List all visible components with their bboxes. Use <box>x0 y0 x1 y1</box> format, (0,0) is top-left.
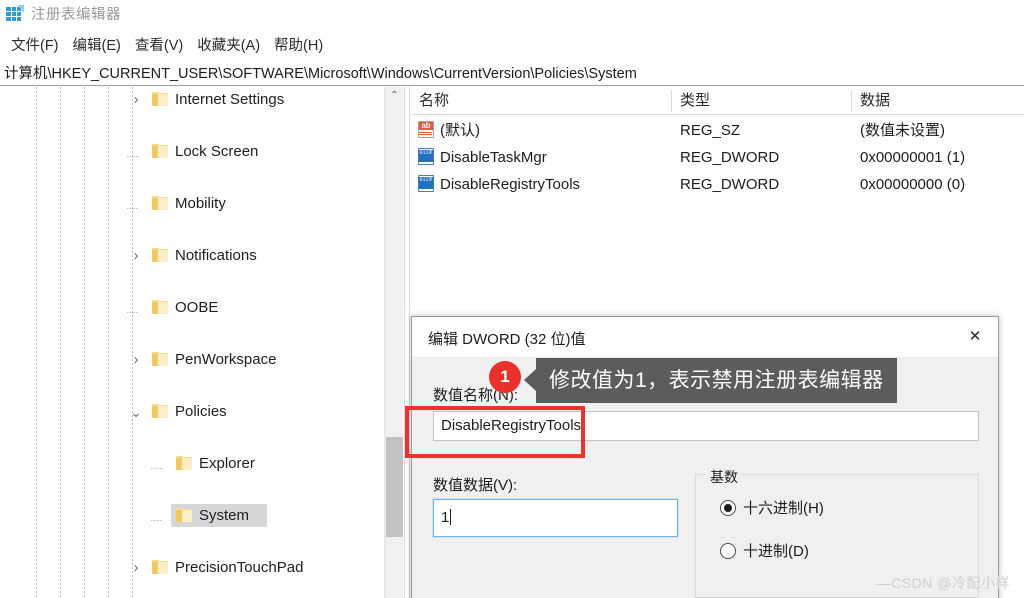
cell-type: REG_DWORD <box>680 149 780 166</box>
tree-scrollbar[interactable]: ⌃ <box>384 87 403 598</box>
menu-item-2[interactable]: 查看(V) <box>130 32 192 57</box>
registry-editor-icon <box>6 4 24 22</box>
radio-decimal[interactable]: 十进制(D) <box>720 540 809 561</box>
address-path: 计算机\HKEY_CURRENT_USER\SOFTWARE\Microsoft… <box>4 65 637 82</box>
tree-item-9[interactable]: › PrecisionTouchPad <box>0 555 384 581</box>
dword-value-icon <box>417 175 436 193</box>
main-content: › Internet Settings Lock Screen Mobility › No… <box>0 87 1024 598</box>
folder-icon <box>176 456 193 471</box>
base-group-label: 基数 <box>706 467 742 487</box>
tree-connector <box>151 520 163 521</box>
registry-tree-pane: › Internet Settings Lock Screen Mobility › No… <box>0 87 404 598</box>
chevron-right-icon[interactable]: › <box>129 560 143 575</box>
tree-item-3[interactable]: › Notifications <box>0 243 384 269</box>
list-header: 名称 类型 数据 <box>411 87 1024 115</box>
tree-item-label: PenWorkspace <box>175 351 277 368</box>
radio-decimal-label: 十进制(D) <box>743 543 809 560</box>
tree-item-1[interactable]: Lock Screen <box>0 139 384 165</box>
menu-bar: 文件(F) 编辑(E) 查看(V) 收藏夹(A) 帮助(H) <box>0 31 1024 58</box>
cell-type: REG_DWORD <box>680 176 780 193</box>
chevron-right-icon[interactable]: › <box>129 92 143 107</box>
radio-hexadecimal-label: 十六进制(H) <box>743 500 824 517</box>
folder-icon <box>152 404 169 419</box>
address-bar[interactable]: 计算机\HKEY_CURRENT_USER\SOFTWARE\Microsoft… <box>0 59 1024 86</box>
pane-splitter[interactable] <box>404 87 410 598</box>
tree-connector <box>151 468 163 469</box>
close-icon[interactable]: ✕ <box>952 317 998 357</box>
chevron-right-icon[interactable]: › <box>129 352 143 367</box>
string-value-icon: ab <box>417 121 436 139</box>
text-caret <box>450 509 452 525</box>
tree-item-label: Explorer <box>199 455 255 472</box>
table-row[interactable]: DisableRegistryTools REG_DWORD 0x00000000 … <box>411 171 1024 198</box>
tree-item-label: Internet Settings <box>175 91 285 108</box>
folder-icon <box>152 300 169 315</box>
folder-icon <box>152 248 169 263</box>
folder-icon <box>152 196 169 211</box>
menu-item-3[interactable]: 收藏夹(A) <box>192 32 269 57</box>
table-row[interactable]: ab (默认) REG_SZ (数值未设置) <box>411 117 1024 144</box>
folder-icon <box>152 560 169 575</box>
radio-hexadecimal[interactable]: 十六进制(H) <box>720 497 824 518</box>
tree-item-label: Mobility <box>175 195 226 212</box>
menu-item-0[interactable]: 文件(F) <box>6 32 68 57</box>
column-header-name[interactable]: 名称 <box>411 87 671 115</box>
folder-icon <box>152 352 169 367</box>
cell-data: 0x00000000 (0) <box>860 176 966 193</box>
tree-item-label: Lock Screen <box>175 143 259 160</box>
column-header-type[interactable]: 类型 <box>672 87 851 115</box>
folder-icon <box>176 508 193 523</box>
watermark: —CSDN @冷配小样 <box>876 575 1010 591</box>
cell-type: REG_SZ <box>680 122 741 139</box>
tree-item-5[interactable]: › PenWorkspace <box>0 347 384 373</box>
tree-item-label: Notifications <box>175 247 257 264</box>
tree-item-2[interactable]: Mobility <box>0 191 384 217</box>
value-data-label: 数值数据(V): <box>433 477 518 494</box>
annotation-pointer <box>524 369 536 391</box>
column-header-data[interactable]: 数据 <box>852 87 1024 115</box>
tree-item-label: Policies <box>175 403 227 420</box>
tree-item-label: System <box>199 507 250 524</box>
window-title: 注册表编辑器 <box>31 6 121 23</box>
menu-item-4[interactable]: 帮助(H) <box>269 32 332 57</box>
scroll-up-icon[interactable]: ⌃ <box>385 87 404 105</box>
folder-icon <box>152 92 169 107</box>
tree-item-label: PrecisionTouchPad <box>175 559 304 576</box>
dialog-title: 编辑 DWORD (32 位)值 <box>428 331 586 348</box>
value-name-input[interactable]: DisableRegistryTools <box>433 411 979 441</box>
registry-editor-window: 注册表编辑器 文件(F) 编辑(E) 查看(V) 收藏夹(A) 帮助(H) 计算机\HK… <box>0 0 1024 598</box>
tree-item-7[interactable]: Explorer <box>0 451 384 477</box>
dword-value-icon <box>417 148 436 166</box>
cell-data: (数值未设置) <box>860 122 945 139</box>
radio-hexadecimal-indicator[interactable] <box>720 499 736 516</box>
tree-connector <box>127 208 139 209</box>
menu-item-1[interactable]: 编辑(E) <box>68 32 130 57</box>
tree-connector <box>127 312 139 313</box>
tree-item-8[interactable]: System <box>0 503 384 529</box>
value-name-text: DisableRegistryTools <box>441 417 582 434</box>
dialog-title-bar: 编辑 DWORD (32 位)值 ✕ <box>412 317 998 358</box>
tree-item-label: OOBE <box>175 299 219 316</box>
tree-scrollbar-thumb[interactable] <box>386 437 403 537</box>
chevron-down-icon[interactable]: ⌄ <box>129 405 143 419</box>
radio-decimal-indicator[interactable] <box>720 542 736 559</box>
title-bar: 注册表编辑器 <box>0 0 1024 26</box>
chevron-right-icon[interactable]: › <box>129 248 143 263</box>
cell-name: DisableTaskMgr <box>440 149 547 166</box>
value-data-text: 1 <box>441 509 450 526</box>
tree-connector <box>127 156 139 157</box>
cell-name: (默认) <box>440 122 480 139</box>
cell-data: 0x00000001 (1) <box>860 149 966 166</box>
folder-icon <box>152 144 169 159</box>
tree-item-6[interactable]: ⌄ Policies <box>0 399 384 425</box>
tree-item-0[interactable]: › Internet Settings <box>0 87 384 113</box>
value-data-input[interactable]: 1 <box>432 498 679 538</box>
annotation-text: 修改值为1，表示禁用注册表编辑器 <box>536 358 897 403</box>
tree-item-4[interactable]: OOBE <box>0 295 384 321</box>
table-row[interactable]: DisableTaskMgr REG_DWORD 0x00000001 (1) <box>411 144 1024 171</box>
cell-name: DisableRegistryTools <box>440 176 581 193</box>
registry-tree: › Internet Settings Lock Screen Mobility › No… <box>0 87 384 581</box>
annotation-badge: 1 <box>489 361 521 393</box>
